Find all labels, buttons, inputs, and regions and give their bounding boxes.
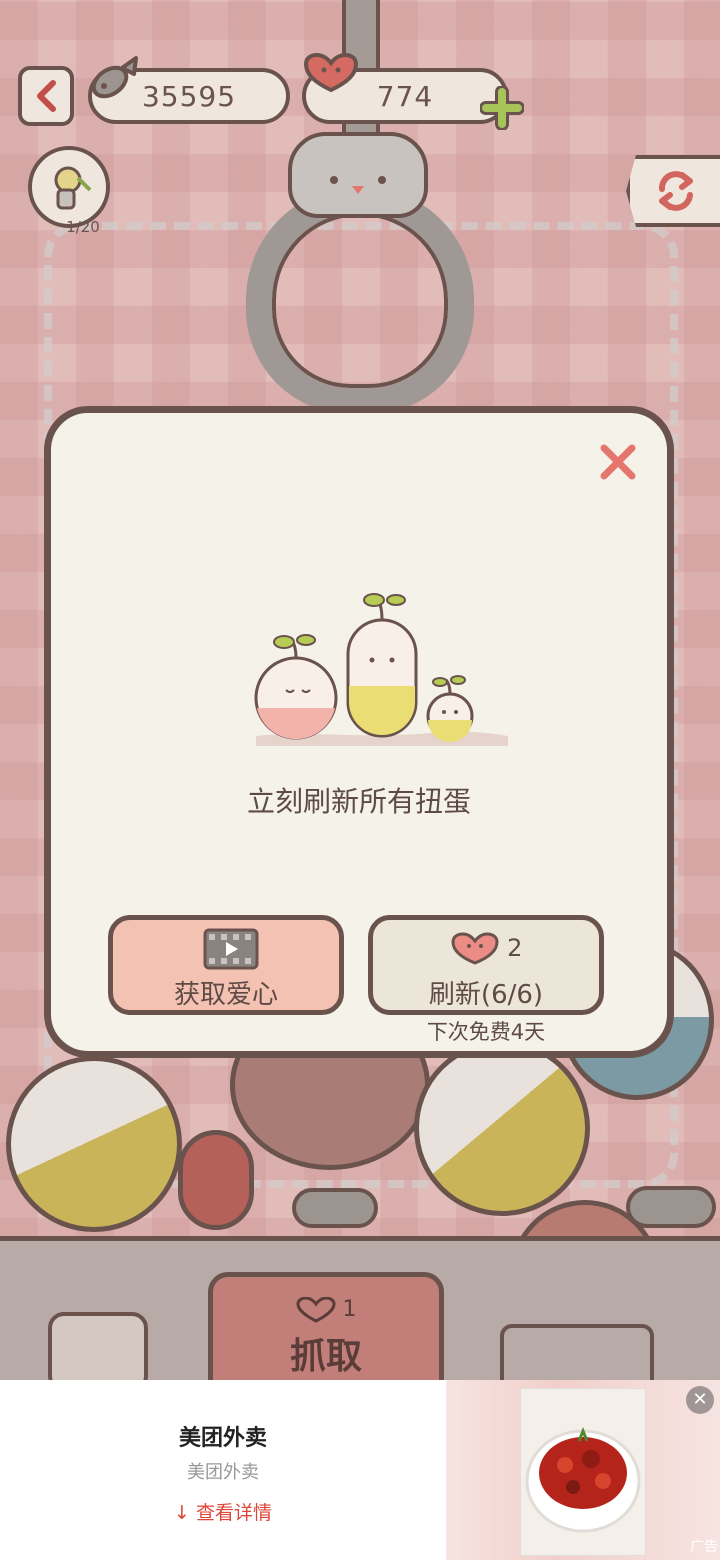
sprout-capsules-illustration: [254, 593, 508, 746]
watch-video-label: 获取爱心: [173, 980, 278, 1010]
ad-title: 美团外卖: [178, 1426, 267, 1451]
collection-progress: 1/20: [66, 218, 100, 236]
ad-details-link[interactable]: ↓ 查看详情: [0, 1498, 446, 1525]
add-hearts-button[interactable]: [479, 85, 525, 131]
fish-grey-left: [292, 1188, 378, 1228]
heart-icon: [295, 1296, 336, 1323]
dryer-icon: [54, 166, 92, 210]
download-arrow-icon: ↓: [174, 1502, 190, 1524]
refresh-all-label: 刷新(6/6): [428, 980, 544, 1010]
grab-label: 抓取: [289, 1336, 362, 1377]
close-icon: ✕: [692, 1389, 708, 1410]
ad-details-label: 查看详情: [195, 1502, 272, 1524]
heart-icon: [303, 52, 359, 93]
refresh-icon: [659, 171, 693, 211]
claw-cat-head: [288, 132, 428, 218]
fish-grey-right: [626, 1186, 716, 1228]
refresh-all-button[interactable]: 2 刷新(6/6): [368, 915, 604, 1015]
ad-food-photo: [520, 1388, 646, 1556]
ad-subtitle: 美团外卖: [187, 1462, 259, 1483]
capsule-yellow-right: [414, 1040, 590, 1216]
heart-icon: [451, 932, 499, 965]
video-icon: [203, 928, 259, 970]
ad-close-button[interactable]: ✕: [686, 1386, 714, 1414]
back-button[interactable]: [18, 66, 74, 126]
chevron-left-icon: [37, 80, 56, 112]
collection-button[interactable]: [28, 146, 110, 228]
heart-count: 774: [376, 79, 434, 113]
fish-icon: [91, 56, 138, 99]
refresh-cost-row: 2: [373, 932, 599, 966]
watch-video-button[interactable]: 获取爱心: [108, 915, 344, 1015]
ad-label: 广告: [690, 1539, 718, 1555]
dialog-message: 立刻刷新所有扭蛋: [246, 785, 471, 818]
close-button[interactable]: [596, 440, 640, 484]
capsule-yellow-left: [6, 1056, 182, 1232]
bean-red: [178, 1130, 254, 1230]
fish-count: 35595: [141, 79, 237, 113]
coin-slot: [500, 1324, 654, 1384]
grab-cost-value: 1: [342, 1297, 357, 1322]
close-icon: [600, 444, 636, 480]
next-free-text: 下次免费4天: [426, 1020, 546, 1044]
plus-icon: [479, 85, 525, 131]
refresh-cost: 2: [507, 934, 523, 962]
refresh-machine-button[interactable]: [626, 155, 720, 227]
claw-loop: [246, 186, 474, 414]
